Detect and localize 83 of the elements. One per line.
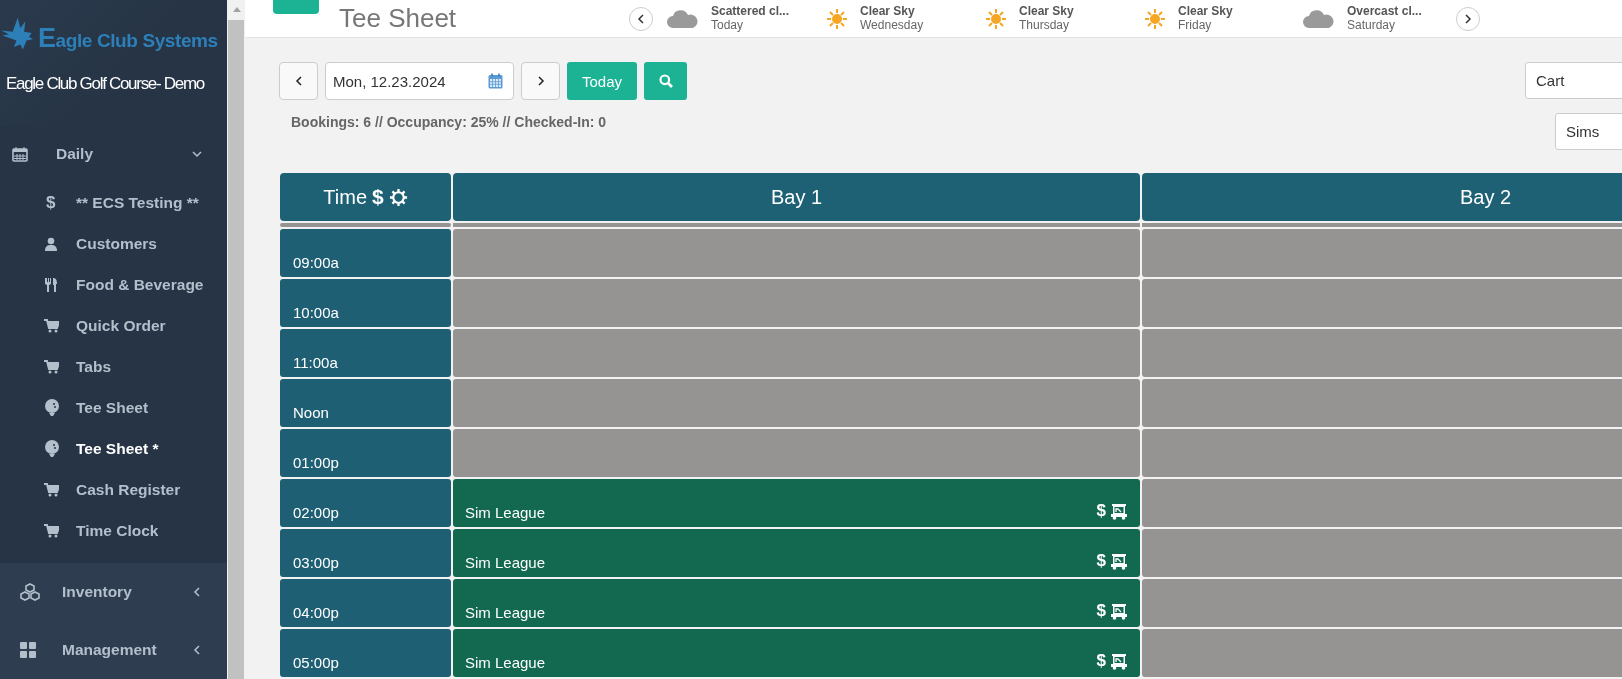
time-cell: 11:00a [280,329,451,377]
time-cell: 03:00p [280,529,451,577]
empty-slot[interactable] [453,279,1140,327]
previous-day-button[interactable] [279,62,318,100]
weather-condition: Scattered cl... [711,4,790,19]
club-name: Eagle Club Golf Course- Demo [5,73,206,94]
next-button[interactable] [1456,6,1480,31]
chevron-down-icon [191,148,203,160]
booking-slot[interactable]: Sim League $ [453,529,1140,577]
empty-slot[interactable] [453,429,1140,477]
menu-button[interactable] [273,0,319,14]
search-button[interactable] [644,62,688,100]
empty-slot[interactable] [453,379,1140,427]
previous-button[interactable] [629,6,653,31]
sidebar-item[interactable]: Tee Sheet * [0,428,227,469]
column-header: Bay 1 [453,173,1140,221]
golf-ball-icon [44,398,60,417]
cloud-icon [1303,9,1335,28]
next-day-button[interactable] [521,62,560,100]
column-header: Time $ [280,173,451,221]
weather-day: Today [711,18,790,33]
weather-condition: Clear Sky [1019,4,1074,19]
chevron-left-icon [635,12,647,25]
scrollbar-thumb[interactable] [228,20,244,679]
cart-icon [44,482,59,497]
filter-select[interactable]: Cart [1525,62,1622,99]
empty-slot[interactable] [453,329,1140,377]
sidebar-item[interactable]: Tee Sheet [0,387,227,428]
cart-icon [44,359,59,374]
cart-icon [44,523,59,538]
search-icon [658,74,673,88]
dollar-icon: $ [44,192,56,213]
sidebar-section[interactable]: Management [0,621,227,679]
sun-icon [826,7,848,30]
time-cell: 10:00a [280,279,451,327]
time-cell: 01:00p [280,429,451,477]
sidebar-item[interactable]: Quick Order [0,305,227,346]
calendar-icon[interactable] [488,73,503,89]
chevron-left-icon [191,644,203,656]
booking-slot[interactable]: Sim League $ [453,479,1140,527]
user-icon [44,236,58,251]
sidebar-item[interactable]: Cash Register [0,469,227,510]
page-title: Tee Sheet [339,3,458,34]
sidebar-section[interactable]: Inventory [0,563,227,621]
sidebar-item[interactable]: Food & Beverage [0,264,227,305]
sun-icon [985,7,1007,30]
weather-day: Saturday [1347,18,1422,33]
settings-icon[interactable] [388,187,408,207]
weather-condition: Clear Sky [1178,4,1233,19]
weather-day: Friday [1178,18,1233,33]
time-cell: 02:00p [280,479,451,527]
sidebar-item[interactable]: Tabs [0,346,227,387]
time-cell: 09:00a [280,229,451,277]
grid-icon [20,642,36,658]
cutlery-icon [44,276,58,293]
column-header: Bay 2 [1142,173,1622,221]
chevron-right-icon [1462,12,1474,25]
weather-condition: Overcast cl... [1347,4,1422,19]
sun-icon [1144,7,1166,30]
weather-day: Wednesday [860,18,924,33]
cubes-icon [20,583,40,601]
cloud-icon [667,9,699,28]
time-cell: Noon [280,379,451,427]
booking-slot[interactable]: Sim League $ [453,629,1140,677]
filter-select[interactable]: Sims [1555,113,1622,150]
sidebar-section[interactable]: Daily [0,126,227,182]
empty-slot[interactable] [453,229,1140,277]
time-cell: 04:00p [280,579,451,627]
booking-slot[interactable]: Sim League $ [453,579,1140,627]
weather-day: Thursday [1019,18,1074,33]
time-cell: 05:00p [280,629,451,677]
calendar-icon [12,146,28,162]
sidebar-item[interactable]: Customers [0,223,227,264]
scroll-up-icon[interactable] [233,6,241,12]
sidebar-item[interactable]: $ ** ECS Testing ** [0,182,227,223]
weather-condition: Clear Sky [860,4,916,19]
booking-stats: Bookings: 6 // Occupancy: 25% // Checked-In: 0 [290,113,608,130]
cart-icon [44,318,59,333]
sidebar-item[interactable]: Time Clock [0,510,227,551]
logo-text: Eagle Club Systems [38,23,218,55]
golf-ball-icon [44,439,60,458]
chevron-left-icon [191,586,203,598]
date-field[interactable]: Mon, 12.23.2024 [325,62,514,100]
